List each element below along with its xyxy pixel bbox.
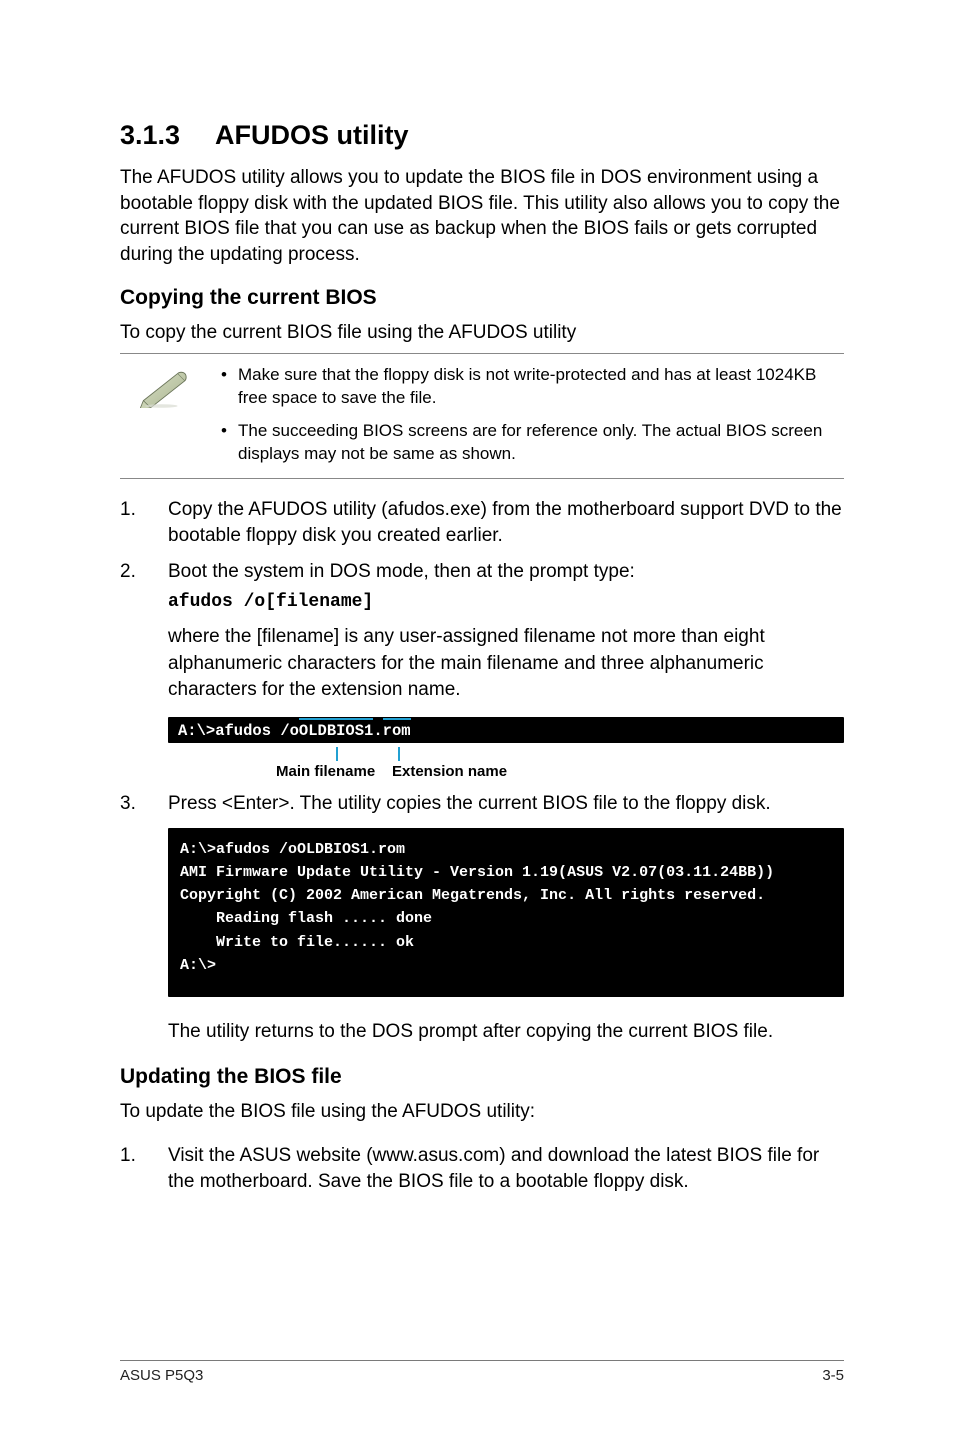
- bullet-icon: •: [210, 364, 238, 410]
- note-block: • Make sure that the floppy disk is not …: [120, 353, 844, 479]
- note-item: • The succeeding BIOS screens are for re…: [210, 420, 844, 466]
- step-item: 1. Copy the AFUDOS utility (afudos.exe) …: [120, 497, 844, 549]
- step-number: 3.: [120, 791, 168, 817]
- command-text: afudos /o[filename]: [168, 590, 844, 615]
- update-lead: To update the BIOS file using the AFUDOS…: [120, 1099, 844, 1125]
- step-number: 1.: [120, 1143, 168, 1195]
- step-text: Press <Enter>. The utility copies the cu…: [168, 791, 844, 817]
- step-text: Copy the AFUDOS utility (afudos.exe) fro…: [168, 497, 844, 549]
- step-item: 1. Visit the ASUS website (www.asus.com)…: [120, 1143, 844, 1195]
- page-footer: ASUS P5Q3 3-5: [120, 1360, 844, 1384]
- footer-right: 3-5: [822, 1367, 844, 1384]
- page: 3.1.3AFUDOS utility The AFUDOS utility a…: [0, 0, 954, 1438]
- update-heading: Updating the BIOS file: [120, 1065, 844, 1089]
- terminal-example-1: A:\>afudos /oOLDBIOS1.rom: [168, 717, 844, 743]
- term-dot: .: [373, 722, 382, 740]
- callout-label-main: Main filename: [276, 763, 375, 780]
- term-extension: rom: [383, 718, 411, 743]
- bullet-icon: •: [210, 420, 238, 466]
- update-steps: 1. Visit the ASUS website (www.asus.com)…: [120, 1143, 844, 1195]
- section-heading: 3.1.3AFUDOS utility: [120, 120, 844, 151]
- step-text: Boot the system in DOS mode, then at the…: [168, 559, 844, 614]
- terminal-line: A:\>afudos /oOLDBIOS1.rom: [168, 717, 844, 743]
- callout-label-ext: Extension name: [392, 763, 507, 780]
- section-title-text: AFUDOS utility: [215, 120, 409, 150]
- filename-callouts: Main filename Extension name: [168, 747, 844, 791]
- pencil-note-icon: [120, 364, 210, 466]
- step-item: 2. Boot the system in DOS mode, then at …: [120, 559, 844, 614]
- note-text: Make sure that the floppy disk is not wr…: [238, 364, 844, 410]
- step-item: 3. Press <Enter>. The utility copies the…: [120, 791, 844, 817]
- term-main-filename: OLDBIOS1: [299, 718, 373, 743]
- step-text: Visit the ASUS website (www.asus.com) an…: [168, 1143, 844, 1195]
- step-number: 1.: [120, 497, 168, 549]
- note-list: • Make sure that the floppy disk is not …: [210, 364, 844, 466]
- copy-heading: Copying the current BIOS: [120, 286, 844, 310]
- note-item: • Make sure that the floppy disk is not …: [210, 364, 844, 410]
- filename-note: where the [filename] is any user-assigne…: [168, 624, 844, 703]
- intro-paragraph: The AFUDOS utility allows you to update …: [120, 165, 844, 268]
- after-term-note: The utility returns to the DOS prompt af…: [168, 1019, 844, 1045]
- terminal-example-2: A:\>afudos /oOLDBIOS1.rom AMI Firmware U…: [168, 828, 844, 998]
- callout-tick: [336, 747, 338, 761]
- step-text-inner: Boot the system in DOS mode, then at the…: [168, 561, 635, 582]
- footer-left: ASUS P5Q3: [120, 1367, 203, 1384]
- callout-tick: [398, 747, 400, 761]
- section-number: 3.1.3: [120, 120, 215, 151]
- term-prefix: A:\>afudos /o: [178, 722, 299, 740]
- copy-steps: 1. Copy the AFUDOS utility (afudos.exe) …: [120, 497, 844, 614]
- step-3-list: 3. Press <Enter>. The utility copies the…: [120, 791, 844, 817]
- step-number: 2.: [120, 559, 168, 614]
- note-text: The succeeding BIOS screens are for refe…: [238, 420, 844, 466]
- copy-lead: To copy the current BIOS file using the …: [120, 320, 844, 346]
